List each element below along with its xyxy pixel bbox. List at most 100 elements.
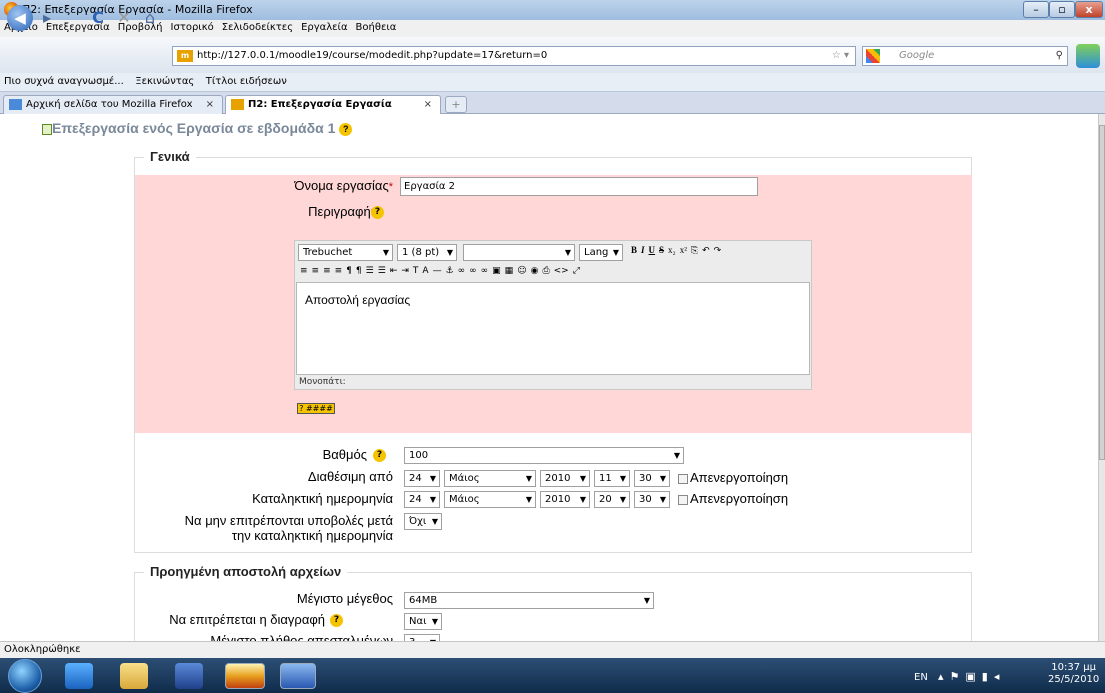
- search-box[interactable]: Google ⚲: [862, 46, 1068, 66]
- start-button[interactable]: [8, 659, 42, 693]
- avail-minute-select[interactable]: 30 ▼: [634, 470, 670, 487]
- tab-edit-assignment[interactable]: Π2: Επεξεργασία Εργασία ×: [225, 95, 441, 114]
- max-files-select[interactable]: 3▼: [404, 634, 440, 641]
- menu-tools[interactable]: Εργαλεία: [297, 20, 351, 35]
- nolink-icon[interactable]: ∞: [479, 266, 491, 276]
- scrollbar-thumb[interactable]: [1099, 125, 1105, 460]
- checkbox-icon[interactable]: [678, 494, 688, 505]
- stop-button[interactable]: ✕: [114, 7, 134, 29]
- internet-explorer-icon[interactable]: [65, 663, 93, 689]
- avail-hour-select[interactable]: 11 ▼: [594, 470, 630, 487]
- reload-button[interactable]: C: [88, 7, 108, 29]
- html-source-icon[interactable]: <>: [552, 266, 571, 276]
- rtl-icon[interactable]: ¶: [354, 266, 364, 276]
- due-hour-select[interactable]: 20 ▼: [594, 491, 630, 508]
- due-year-select[interactable]: 2010 ▼: [540, 491, 590, 508]
- search-icon[interactable]: ⚲: [1056, 47, 1063, 65]
- maximize-button[interactable]: ▫: [1049, 1, 1075, 18]
- special-char-icon[interactable]: ◉: [529, 266, 541, 276]
- star-icon[interactable]: ☆ ▾: [832, 47, 849, 65]
- help-icon[interactable]: ?: [373, 449, 386, 462]
- due-day-select[interactable]: 24 ▼: [404, 491, 440, 508]
- link-icon[interactable]: ∞: [456, 266, 468, 276]
- window-titlebar: Π2: Επεξεργασία Εργασία - Mozilla Firefo…: [0, 0, 1105, 20]
- menu-history[interactable]: Ιστορικό: [167, 20, 218, 35]
- subscript-button[interactable]: x₂: [666, 245, 678, 255]
- allow-delete-select[interactable]: Ναι ▼: [404, 613, 442, 630]
- language-indicator[interactable]: EN: [914, 672, 928, 683]
- horizontal-rule-icon[interactable]: —: [431, 266, 444, 276]
- grade-select[interactable]: 100 ▼: [404, 447, 684, 464]
- underline-button[interactable]: U: [647, 245, 658, 255]
- menu-bookmarks[interactable]: Σελιδοδείκτες: [218, 20, 297, 35]
- font-select[interactable]: Trebuchet ▼: [298, 244, 393, 261]
- anchor-icon[interactable]: ⚓: [444, 266, 456, 276]
- due-month-select[interactable]: Μάιος ▼: [444, 491, 536, 508]
- unordered-list-icon[interactable]: ☰: [376, 266, 388, 276]
- bookmark-news[interactable]: Τίτλοι ειδήσεων: [202, 73, 291, 90]
- forward-button[interactable]: ▸: [38, 7, 56, 29]
- align-right-icon[interactable]: ≡: [321, 266, 333, 276]
- help-icon[interactable]: ?: [330, 614, 343, 627]
- italic-button[interactable]: I: [639, 245, 647, 255]
- help-icon[interactable]: ?: [371, 206, 384, 219]
- file-explorer-icon[interactable]: [120, 663, 148, 689]
- home-button[interactable]: ⌂: [140, 7, 160, 29]
- fullscreen-icon[interactable]: ⤢: [571, 266, 582, 276]
- tab-close-icon[interactable]: ×: [206, 96, 214, 113]
- ltr-icon[interactable]: ¶: [344, 266, 354, 276]
- clean-word-button[interactable]: ⎘: [689, 245, 700, 256]
- tab-close-icon[interactable]: ×: [424, 96, 432, 113]
- align-center-icon[interactable]: ≡: [310, 266, 322, 276]
- due-minute-select[interactable]: 30 ▼: [634, 491, 670, 508]
- editor-content-area[interactable]: Αποστολή εργασίας: [296, 282, 810, 375]
- redo-button[interactable]: ↷: [712, 245, 724, 256]
- avail-year-select[interactable]: 2010 ▼: [540, 470, 590, 487]
- lang-select[interactable]: Lang ▼: [579, 244, 623, 261]
- word-icon[interactable]: [280, 663, 316, 689]
- firefox-taskbar-icon[interactable]: [225, 663, 265, 689]
- size-select[interactable]: 1 (8 pt) ▼: [397, 244, 457, 261]
- avail-day-select[interactable]: 24 ▼: [404, 470, 440, 487]
- addon-icon[interactable]: [1076, 44, 1100, 68]
- outdent-icon[interactable]: ⇤: [388, 266, 400, 276]
- bookmark-most-visited[interactable]: Πιο συχνά αναγνωσμέ...: [0, 73, 128, 90]
- clock[interactable]: 10:37 μμ 25/5/2010: [1048, 662, 1099, 686]
- align-left-icon[interactable]: ≡: [298, 266, 310, 276]
- media-player-icon[interactable]: [175, 663, 203, 689]
- bookmarks-toolbar: Πιο συχνά αναγνωσμέ... Ξεκινώντας Τίτλοι…: [0, 73, 1105, 92]
- due-disable-checkbox[interactable]: Απενεργοποίηση: [678, 491, 788, 506]
- bold-button[interactable]: B: [629, 245, 639, 255]
- indent-icon[interactable]: ⇥: [399, 266, 411, 276]
- smiley-icon[interactable]: ☺: [515, 266, 528, 276]
- ordered-list-icon[interactable]: ☰: [364, 266, 376, 276]
- max-size-select[interactable]: 64MB ▼: [404, 592, 654, 609]
- avail-month-select[interactable]: Μάιος ▼: [444, 470, 536, 487]
- justify-icon[interactable]: ≡: [333, 266, 345, 276]
- new-tab-button[interactable]: +: [445, 96, 467, 113]
- url-bar[interactable]: m http://127.0.0.1/moodle19/course/moded…: [172, 46, 856, 66]
- prevent-late-select[interactable]: Όχι ▼: [404, 513, 442, 530]
- superscript-button[interactable]: x²: [678, 245, 689, 255]
- image-icon[interactable]: ▣: [490, 266, 503, 276]
- unlink-icon[interactable]: ∞: [467, 266, 479, 276]
- search-replace-icon[interactable]: ⎙: [540, 266, 551, 276]
- help-icon[interactable]: ?: [339, 122, 353, 136]
- text-color-icon[interactable]: T: [411, 266, 421, 276]
- close-button[interactable]: x: [1075, 1, 1103, 18]
- style-select[interactable]: ▼: [463, 244, 575, 261]
- avail-disable-checkbox[interactable]: Απενεργοποίηση: [678, 470, 788, 485]
- bg-color-icon[interactable]: A: [420, 266, 430, 276]
- checkbox-icon[interactable]: [678, 473, 688, 484]
- minimize-button[interactable]: –: [1023, 1, 1049, 18]
- back-button[interactable]: ◀: [7, 5, 33, 31]
- bookmark-getting-started[interactable]: Ξεκινώντας: [131, 73, 198, 90]
- tab-firefox-home[interactable]: Αρχική σελίδα του Mozilla Firefox ×: [3, 95, 223, 114]
- tray-icons[interactable]: ▴⚑▣▮◂: [938, 670, 1005, 683]
- menu-help[interactable]: Βοήθεια: [352, 20, 401, 35]
- strikethrough-button[interactable]: S: [657, 245, 666, 255]
- editor-help-icon[interactable]: ? ####: [297, 403, 335, 414]
- table-icon[interactable]: ▦: [503, 266, 516, 276]
- name-input[interactable]: [400, 177, 758, 196]
- undo-button[interactable]: ↶: [700, 245, 712, 256]
